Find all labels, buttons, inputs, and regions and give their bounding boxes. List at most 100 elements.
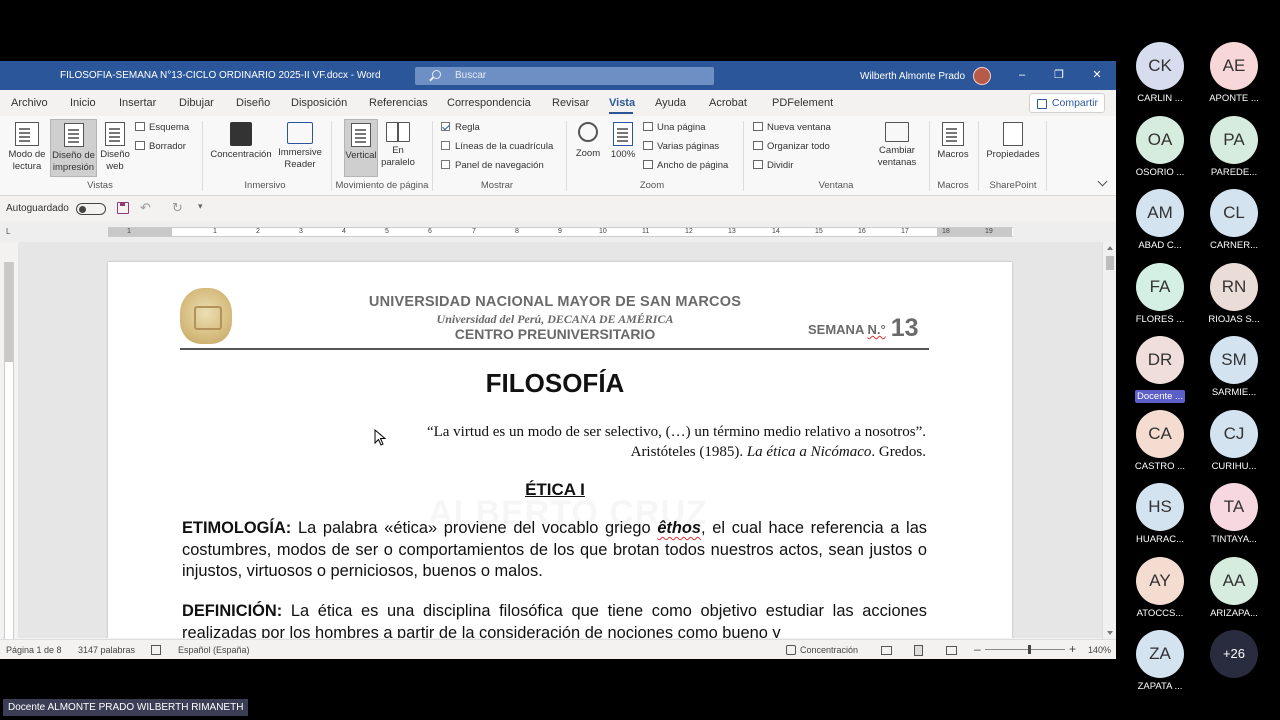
center-name: CENTRO PREUNIVERSITARIO xyxy=(454,326,656,342)
new-window-button[interactable]: Nueva ventana xyxy=(753,122,831,133)
navigation-pane-checkbox[interactable]: Panel de navegación xyxy=(441,160,544,171)
immersive-reader-button[interactable]: Immersive Reader xyxy=(275,122,325,171)
zoom-level[interactable]: 140% xyxy=(1088,645,1111,655)
participant-tile[interactable]: TA TINTAYA... xyxy=(1202,483,1266,549)
word-count[interactable]: 3147 palabras xyxy=(78,645,135,655)
scroll-up-icon[interactable] xyxy=(1107,246,1113,250)
participant-avatar: FA xyxy=(1136,262,1184,311)
proofing-icon[interactable] xyxy=(151,645,161,655)
read-mode-icon[interactable] xyxy=(881,646,892,655)
user-avatar[interactable] xyxy=(973,67,991,85)
participant-tile[interactable]: AY ATOCCS... xyxy=(1128,556,1192,623)
scroll-down-icon[interactable] xyxy=(1107,631,1113,635)
split-button[interactable]: Dividir xyxy=(753,160,793,171)
web-layout-button[interactable]: Diseño web xyxy=(99,122,131,173)
participant-tile[interactable]: DR Docente ... xyxy=(1128,336,1192,403)
zoom-slider-knob[interactable] xyxy=(1028,645,1031,654)
tab-revisar[interactable]: Revisar xyxy=(552,97,589,109)
participant-tile[interactable]: AM ABAD C... xyxy=(1128,189,1192,255)
tab-archivo[interactable]: Archivo xyxy=(11,97,48,109)
outline-button[interactable]: Esquema xyxy=(135,122,189,133)
tab-correspondencia[interactable]: Correspondencia xyxy=(447,97,531,109)
search-box[interactable]: Buscar xyxy=(415,67,714,85)
zoom-100-button[interactable]: 100% xyxy=(607,122,639,161)
multiple-pages-button[interactable]: Varias páginas xyxy=(643,141,719,152)
focus-button[interactable]: Concentración xyxy=(207,122,275,161)
participant-tile[interactable]: OA OSORIO ... xyxy=(1128,115,1192,182)
tab-vista[interactable]: Vista xyxy=(609,97,635,109)
switch-windows-icon xyxy=(885,122,909,142)
close-icon[interactable]: ✕ xyxy=(1089,67,1105,83)
scroll-thumb[interactable] xyxy=(1106,256,1114,270)
macros-button[interactable]: Macros xyxy=(934,122,972,161)
gridlines-checkbox[interactable]: Líneas de la cuadrícula xyxy=(441,141,553,152)
participant-tile[interactable]: CL CARNER... xyxy=(1202,189,1266,255)
arrange-all-button[interactable]: Organizar todo xyxy=(753,141,830,152)
group-movimiento: Movimiento de página xyxy=(335,180,429,191)
word-window: FILOSOFIA-SEMANA N°13-CICLO ORDINARIO 20… xyxy=(0,61,1116,659)
print-layout-view-icon[interactable] xyxy=(914,645,923,656)
zoom-button[interactable]: Zoom xyxy=(571,122,605,160)
participant-tile[interactable]: RN RIOJAS S... xyxy=(1202,262,1266,329)
participant-name: TINTAYA... xyxy=(1211,534,1257,545)
ruler-tick: 12 xyxy=(685,228,693,235)
customize-qat-icon[interactable]: ▾ xyxy=(198,201,203,212)
language-status[interactable]: Español (España) xyxy=(178,645,250,655)
user-name[interactable]: Wilberth Almonte Prado xyxy=(860,71,965,82)
participant-tile[interactable]: PA PAREDE... xyxy=(1202,115,1266,182)
zoom-in-icon[interactable]: + xyxy=(1069,642,1076,656)
participant-tile[interactable]: AE APONTE ... xyxy=(1202,42,1266,108)
more-participants-button[interactable]: +26 xyxy=(1202,630,1266,696)
collapse-ribbon-icon[interactable] xyxy=(1097,176,1108,187)
tab-insertar[interactable]: Insertar xyxy=(119,97,156,109)
minimize-icon[interactable]: – xyxy=(1014,67,1030,83)
participant-tile[interactable]: SM SARMIE... xyxy=(1202,336,1266,402)
document-page[interactable]: UNIVERSIDAD NACIONAL MAYOR DE SAN MARCOS… xyxy=(108,262,1012,638)
zoom-out-icon[interactable]: – xyxy=(974,642,981,656)
zoom-slider[interactable] xyxy=(985,645,1065,654)
macros-label: Macros xyxy=(937,149,969,160)
switch-windows-button[interactable]: Cambiar ventanas xyxy=(869,122,925,169)
tab-referencias[interactable]: Referencias xyxy=(369,97,428,109)
tab-inicio[interactable]: Inicio xyxy=(70,97,96,109)
vertical-ruler[interactable] xyxy=(4,262,14,640)
draft-button[interactable]: Borrador xyxy=(135,141,186,152)
reading-mode-button[interactable]: Modo de lectura xyxy=(4,122,50,173)
tab-selector-icon[interactable]: L xyxy=(6,227,10,236)
focus-mode-icon[interactable] xyxy=(786,645,796,655)
save-icon[interactable] xyxy=(117,202,129,214)
participant-tile[interactable]: FA FLORES ... xyxy=(1128,262,1192,329)
redo-icon[interactable]: ↻ xyxy=(172,200,183,216)
participant-tile[interactable]: AA ARIZAPA... xyxy=(1202,556,1266,623)
undo-icon[interactable]: ↶ xyxy=(140,200,151,216)
participant-tile[interactable]: CK CARLIN ... xyxy=(1128,42,1192,108)
horizontal-ruler[interactable]: 1 1 2 3 4 5 6 7 8 9 10 11 12 13 14 15 16… xyxy=(108,227,1013,237)
vertical-button[interactable]: Vertical xyxy=(344,119,378,177)
ruler-checkbox[interactable]: Regla xyxy=(441,122,480,133)
tab-diseno[interactable]: Diseño xyxy=(236,97,270,109)
restore-icon[interactable]: ❐ xyxy=(1051,67,1067,83)
tab-ayuda[interactable]: Ayuda xyxy=(655,97,686,109)
properties-button[interactable]: Propiedades xyxy=(984,122,1042,161)
document-canvas[interactable]: UNIVERSIDAD NACIONAL MAYOR DE SAN MARCOS… xyxy=(18,242,1102,638)
participant-tile[interactable]: ZA ZAPATA ... xyxy=(1128,630,1192,696)
tab-disposicion[interactable]: Disposición xyxy=(291,97,347,109)
vertical-scrollbar[interactable] xyxy=(1102,242,1116,639)
participant-name: CARLIN ... xyxy=(1137,93,1183,104)
page-width-button[interactable]: Ancho de página xyxy=(643,160,728,171)
autosave-toggle[interactable] xyxy=(76,203,106,215)
web-layout-view-icon[interactable] xyxy=(946,646,957,655)
tab-pdfelement[interactable]: PDFelement xyxy=(772,97,833,109)
focus-mode-label[interactable]: Concentración xyxy=(800,645,858,655)
print-layout-button[interactable]: Diseño de impresión xyxy=(50,119,97,177)
participant-tile[interactable]: CJ CURIHU... xyxy=(1202,409,1266,476)
tab-dibujar[interactable]: Dibujar xyxy=(179,97,214,109)
participant-tile[interactable]: CA CASTRO ... xyxy=(1128,409,1192,476)
side-to-side-button[interactable]: En paralelo xyxy=(381,122,415,169)
page-count[interactable]: Página 1 de 8 xyxy=(6,645,62,655)
participant-tile[interactable]: HS HUARAC... xyxy=(1128,483,1192,549)
ruler-tick: 14 xyxy=(772,228,780,235)
one-page-button[interactable]: Una página xyxy=(643,122,706,133)
share-button[interactable]: Compartir xyxy=(1029,93,1105,113)
tab-acrobat[interactable]: Acrobat xyxy=(709,97,747,109)
